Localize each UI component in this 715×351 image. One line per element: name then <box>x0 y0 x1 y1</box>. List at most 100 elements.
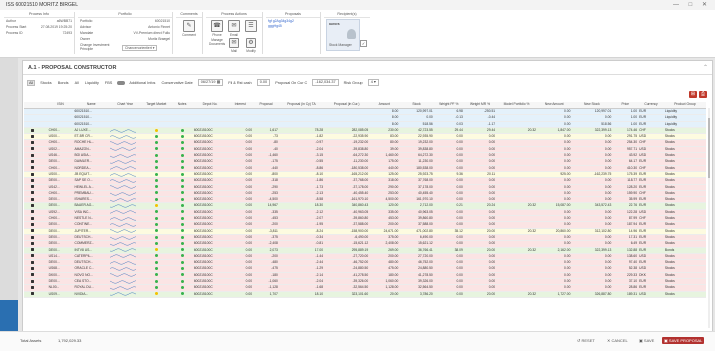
print-button[interactable]: ⎙ <box>699 91 707 98</box>
filter-all[interactable]: All <box>27 79 36 86</box>
sparkline-line <box>109 160 136 164</box>
name-cell[interactable]: NVIDIA... <box>73 291 109 298</box>
expand-cell[interactable] <box>36 291 48 298</box>
notes-indicator-icon <box>180 147 184 151</box>
filter-all-2[interactable]: All <box>74 81 80 85</box>
sparkline-chart <box>109 179 136 183</box>
save-proposal-button[interactable]: ▣ SAVE PROPOSAL <box>662 337 705 344</box>
sparkline-chart <box>109 236 136 240</box>
target-market-indicator-icon <box>154 191 158 195</box>
sparkline-chart <box>109 248 136 252</box>
recipients-title: Recipient(s) <box>324 12 370 18</box>
proposal-cell[interactable]: 1,707 <box>253 291 279 298</box>
grid-scrollbar[interactable] <box>708 108 710 328</box>
table-row[interactable]: US09... NVIDIA... 600215100C 0.00 1,707 18.10… <box>24 291 706 298</box>
filter-bonds[interactable]: Bonds <box>57 81 70 85</box>
chart-year-cell <box>108 291 142 298</box>
sparkline-chart <box>109 292 136 296</box>
recipient-checkbox[interactable]: ✓ <box>360 40 367 47</box>
mail-action[interactable]: ✉ Mail <box>225 38 243 53</box>
notes-indicator-icon <box>180 166 184 170</box>
lock-icon <box>31 222 35 226</box>
sparkline-line <box>109 217 136 221</box>
sparkline-line <box>109 179 136 183</box>
cancel-button[interactable]: ✕ CANCEL <box>605 337 630 344</box>
conservative-date-input[interactable]: 06/27/19 ▦ <box>197 79 224 86</box>
target-market-indicator-icon <box>154 197 158 201</box>
lock-icon <box>31 273 35 277</box>
save-label: SAVE <box>643 338 655 343</box>
proposals-section: Proposals fgf g2Ag34g34g2 gggHg45 <box>266 12 321 54</box>
total-assets-value: 1,792,029.33 <box>58 338 82 343</box>
proposal-cur-input[interactable]: -162,034.37 <box>312 79 339 86</box>
comment-action[interactable]: ✎ Comment <box>180 20 198 37</box>
lock-icon <box>31 210 35 214</box>
recipient-role: Stock Manager <box>329 43 352 47</box>
modify-icon: ⚙ <box>246 38 256 48</box>
phone-action[interactable]: ☎ Phone <box>208 20 226 37</box>
sparkline-chart <box>109 286 136 290</box>
process-start-value: 27.08.2019 19:25:20 <box>40 25 72 29</box>
sparkline-chart <box>109 204 136 208</box>
proposal-link-2[interactable]: gggHg45 <box>268 24 282 28</box>
save-button[interactable]: ▣ SAVE <box>637 337 656 344</box>
process-start-label: Process Start <box>6 25 27 29</box>
notes-indicator-icon <box>180 172 184 176</box>
sparkline-chart <box>109 229 136 233</box>
filter-liquidity[interactable]: Liquidity <box>84 81 100 85</box>
window-controls[interactable]: — □ ✕ <box>673 1 711 8</box>
mandate-value: VV-Premium direct Fullu <box>133 31 170 35</box>
lock-icon <box>31 248 35 252</box>
notes-indicator-icon <box>180 197 184 201</box>
investment-principle-label: Change Investment Principle <box>80 43 110 51</box>
modify-action[interactable]: ⚙ Modify <box>242 38 260 53</box>
sparkline-chart <box>109 217 136 221</box>
sparkline-line <box>109 147 136 151</box>
grid-scrollbar-thumb[interactable] <box>708 118 710 178</box>
sparkline-line <box>109 128 136 133</box>
lock-icon <box>31 279 35 283</box>
collapse-icon[interactable]: ⌃ <box>703 64 708 71</box>
risk-group-label: Risk Group <box>343 80 363 85</box>
email-icon: ✉ <box>228 20 240 32</box>
filter-fbs[interactable]: FBS <box>104 81 113 85</box>
filter-bar: All Stocks Bonds All Liquidity FBS Addit… <box>27 79 467 87</box>
sparkline-chart <box>109 210 136 214</box>
sparkline-line <box>109 248 136 252</box>
notes-indicator-icon <box>180 160 184 163</box>
grid-body: 60021510... 8.00 120,997.01 6.98 -250.51 0.00… <box>24 108 706 298</box>
email-action[interactable]: ✉ Email <box>225 20 243 37</box>
lock-icon <box>31 134 35 138</box>
cash-input[interactable]: 0.00 <box>256 79 271 86</box>
notes-indicator-icon <box>180 191 184 195</box>
sparkline-chart <box>109 135 136 139</box>
recipient-avatar-icon <box>347 29 356 39</box>
isin-cell: US09... <box>47 291 74 298</box>
reset-button[interactable]: ↺ RESET <box>575 337 597 344</box>
recipient-card[interactable]: aurora Stock Manager <box>326 19 360 51</box>
filter-stocks[interactable]: Stocks <box>39 81 52 85</box>
portfolio-label: Portfolio <box>80 19 93 23</box>
manage-documents-action[interactable]: Manage Documents <box>208 38 226 46</box>
investment-principle-select[interactable]: Chancenorientiert ▾ <box>122 45 158 51</box>
risk-group-select[interactable]: 4 ▾ <box>367 79 379 86</box>
notes-indicator-icon <box>180 153 184 157</box>
notes-indicator-icon <box>180 285 184 289</box>
reset-icon: ↺ <box>577 338 581 343</box>
proposal-link-1[interactable]: fgf g2Ag34g34g2 <box>268 19 294 23</box>
documents-action[interactable]: ☰ <box>242 20 260 33</box>
sparkline-line <box>109 185 136 189</box>
email-label: Email <box>230 33 238 37</box>
proposal-cur-label: Proposal On Cur C <box>275 80 308 85</box>
notes-indicator-icon <box>180 141 184 145</box>
total-assets-label: Total Assets <box>20 338 42 343</box>
lock-icon <box>31 204 35 208</box>
panel-title: A.1 - PROPOSAL CONSTRUCTOR <box>28 65 117 71</box>
calendar-icon: ▦ <box>216 80 221 84</box>
target-market-cell <box>141 291 172 298</box>
recipients-section: Recipient(s) aurora Stock Manager ✓ <box>324 12 370 54</box>
export-button[interactable]: ⊞ <box>689 91 697 98</box>
notes-indicator-icon <box>180 204 184 208</box>
additional-infos-toggle[interactable] <box>117 80 126 85</box>
risk-group-value: 4 <box>370 80 373 84</box>
